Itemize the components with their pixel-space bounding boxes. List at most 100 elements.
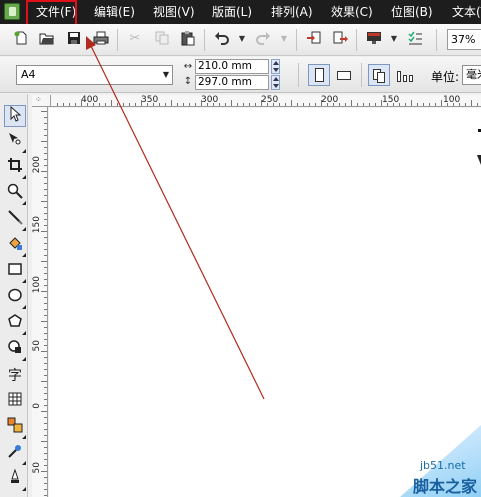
ruler-tick <box>44 339 47 340</box>
ruler-tick <box>393 103 394 106</box>
toolbar-separator <box>117 29 118 51</box>
landscape-button[interactable] <box>333 64 355 86</box>
eyedropper-tool-icon[interactable] <box>4 443 26 465</box>
ruler-tick <box>44 219 47 220</box>
ruler-tick <box>41 321 47 322</box>
text-tool-icon[interactable]: 字 <box>4 365 26 387</box>
smart-fill-tool-icon[interactable] <box>4 235 26 257</box>
welcome-screen-icon[interactable] <box>406 30 424 48</box>
units-select[interactable]: 毫米 <box>462 65 481 85</box>
ruler-tick <box>44 183 47 184</box>
ruler-tick <box>321 100 322 106</box>
ruler-tick <box>195 103 196 106</box>
crop-tool-icon[interactable] <box>4 157 26 179</box>
ruler-tick <box>387 103 388 106</box>
horizontal-ruler[interactable]: 400 350 300 250 200 150 100 <box>51 95 481 107</box>
rectangle-tool-icon[interactable] <box>4 261 26 283</box>
ruler-tick <box>44 159 47 160</box>
ruler-label: 200 <box>321 95 339 105</box>
page-size-select[interactable]: A4 ▼ <box>16 65 173 85</box>
ruler-tick <box>41 201 47 202</box>
ruler-tick <box>44 393 47 394</box>
ruler-tick <box>41 141 47 142</box>
ruler-tick <box>44 489 47 490</box>
ruler-tick <box>75 103 76 106</box>
menu-view[interactable]: 视图(V) <box>153 0 195 24</box>
zoom-level-select[interactable]: 37% <box>447 29 481 50</box>
pick-tool-icon[interactable] <box>4 105 26 127</box>
freehand-tool-icon[interactable] <box>4 209 26 231</box>
zoom-tool-icon[interactable] <box>4 183 26 205</box>
ruler-tick <box>44 117 47 118</box>
redo-dropdown-icon[interactable]: ▼ <box>275 30 293 48</box>
ruler-tick <box>255 103 256 106</box>
ruler-tick <box>333 103 334 106</box>
launcher-dropdown-icon[interactable]: ▼ <box>385 30 403 48</box>
ruler-label: 100 <box>443 95 461 105</box>
zoom-level-value: 37% <box>451 33 476 46</box>
ruler-tick <box>213 103 214 106</box>
page-width-spinner[interactable] <box>271 59 280 74</box>
interactive-tool-icon[interactable] <box>4 417 26 439</box>
ruler-tick <box>41 441 47 442</box>
cut-icon[interactable]: ✂ <box>126 30 144 48</box>
portrait-button[interactable] <box>308 64 330 86</box>
ruler-tick <box>44 135 47 136</box>
current-page-button[interactable] <box>394 64 416 86</box>
menu-effects[interactable]: 效果(C) <box>331 0 373 24</box>
ruler-tick <box>44 357 47 358</box>
ruler-label: 50 <box>32 340 42 352</box>
page-height-spinner[interactable] <box>271 75 280 90</box>
ruler-tick <box>41 471 47 472</box>
vertical-ruler[interactable]: 200 150 100 50 0 50 <box>32 107 48 497</box>
ruler-tick <box>249 103 250 106</box>
paste-icon[interactable] <box>179 30 197 48</box>
open-icon[interactable] <box>38 30 56 48</box>
redo-icon[interactable] <box>254 30 272 48</box>
ruler-label: 150 <box>382 95 400 105</box>
page-width-field[interactable]: 210.0 mm <box>195 59 269 74</box>
ruler-tick <box>345 103 346 106</box>
ruler-tick <box>44 399 47 400</box>
page-width-value: 210.0 mm <box>198 60 252 72</box>
menu-layout[interactable]: 版面(L) <box>212 0 252 24</box>
ruler-tick <box>44 273 47 274</box>
polygon-tool-icon[interactable] <box>4 313 26 335</box>
ruler-tick <box>44 417 47 418</box>
undo-dropdown-icon[interactable]: ▼ <box>233 30 251 48</box>
page-height-icon: ↕ <box>183 76 193 87</box>
new-icon[interactable] <box>12 30 30 48</box>
menu-arrange[interactable]: 排列(A) <box>271 0 313 24</box>
application-launcher-icon[interactable] <box>365 30 383 48</box>
outline-tool-icon[interactable] <box>4 468 26 491</box>
ruler-tick <box>309 103 310 106</box>
all-pages-button[interactable] <box>368 64 390 86</box>
menu-edit[interactable]: 编辑(E) <box>94 0 135 24</box>
ruler-tick <box>417 103 418 106</box>
menu-text[interactable]: 文本(T) <box>452 0 481 24</box>
ellipse-tool-icon[interactable] <box>4 287 26 309</box>
ruler-tick <box>81 100 82 106</box>
ruler-origin-corner[interactable]: ⁘ <box>32 95 51 107</box>
copy-icon[interactable] <box>153 30 171 48</box>
basic-shapes-tool-icon[interactable] <box>4 339 26 361</box>
shape-tool-icon[interactable] <box>4 131 26 153</box>
export-icon[interactable] <box>331 30 349 48</box>
menu-bitmaps[interactable]: 位图(B) <box>391 0 433 24</box>
toolbox: 字 <box>0 94 28 497</box>
ruler-tick <box>44 177 47 178</box>
ruler-tick <box>44 423 47 424</box>
page-height-field[interactable]: 297.0 mm <box>195 75 269 90</box>
ruler-tick <box>399 103 400 106</box>
watermark-name: 脚本之家 <box>413 477 478 496</box>
print-icon[interactable] <box>92 30 110 48</box>
units-value: 毫米 <box>466 68 481 81</box>
import-icon[interactable] <box>305 30 323 48</box>
chevron-down-icon: ▼ <box>162 70 169 79</box>
coreldraw-app-icon[interactable] <box>4 3 20 20</box>
ruler-tick <box>44 267 47 268</box>
undo-icon[interactable] <box>213 30 231 48</box>
watermark-site: jb51.net <box>420 459 466 472</box>
save-icon[interactable] <box>65 30 83 48</box>
table-tool-icon[interactable] <box>4 391 26 413</box>
